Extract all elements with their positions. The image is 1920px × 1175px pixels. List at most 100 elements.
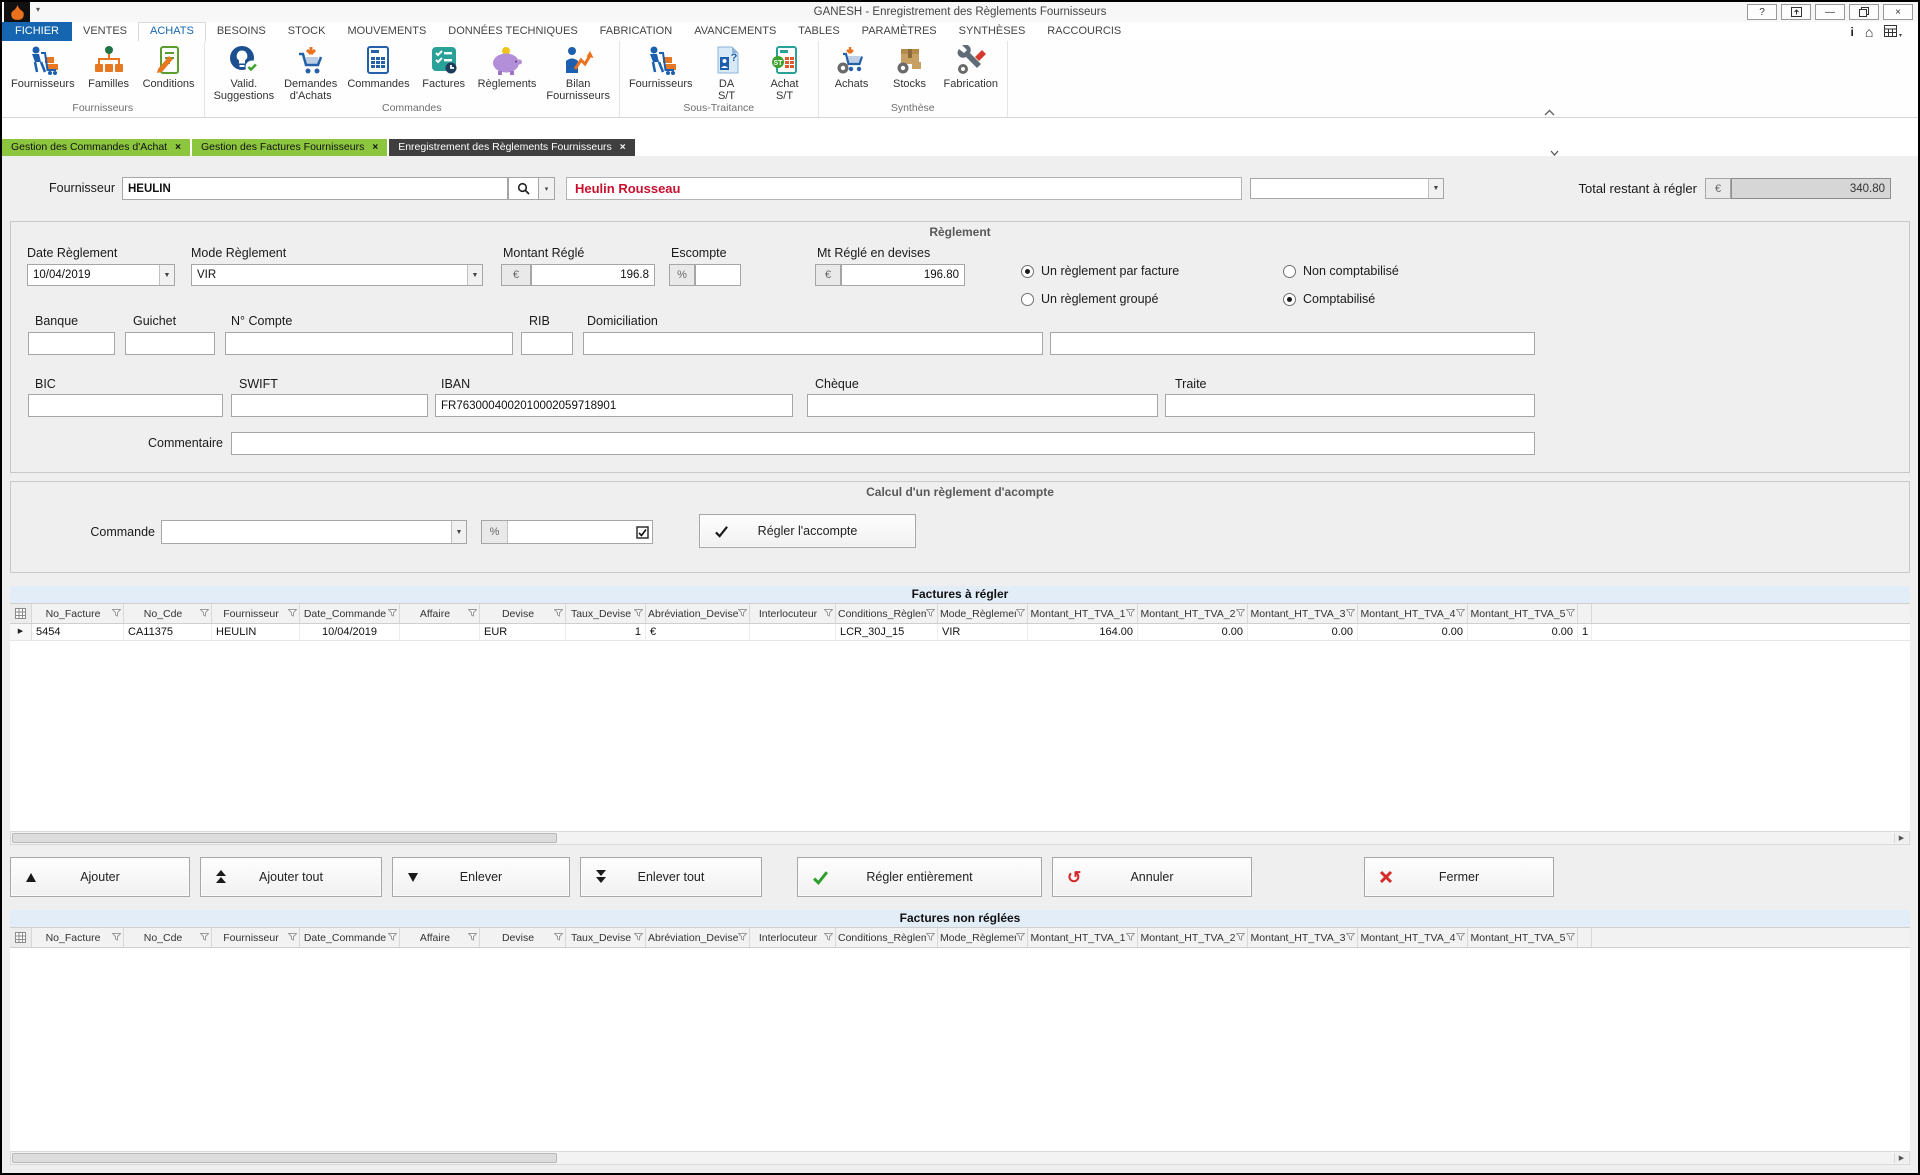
grid-corner-icon[interactable]: [10, 604, 32, 623]
h-scrollbar-2[interactable]: ▶: [10, 1151, 1910, 1165]
close-tab-icon[interactable]: ×: [372, 139, 378, 156]
supplier-search-dropdown[interactable]: ▾: [539, 177, 555, 200]
menu-tab-stock[interactable]: STOCK: [277, 22, 337, 41]
column-header-affaire[interactable]: Affaire: [400, 928, 480, 947]
menu-tab-achats[interactable]: ACHATS: [138, 22, 206, 41]
column-header-no-facture[interactable]: No_Facture: [32, 604, 124, 623]
h-scrollbar-1[interactable]: ▶: [10, 831, 1910, 845]
filter-funnel-icon[interactable]: [200, 932, 209, 944]
ribbon-item-demandes-d-achats[interactable]: Demandes d'Achats: [279, 43, 342, 102]
column-header-taux-devise[interactable]: Taux_Devise: [566, 604, 646, 623]
ribbon-item-commandes[interactable]: Commandes: [342, 43, 414, 90]
column-header-taux-devise[interactable]: Taux_Devise: [566, 928, 646, 947]
filter-funnel-icon[interactable]: [1346, 932, 1355, 944]
filter-funnel-icon[interactable]: [1236, 932, 1245, 944]
menu-tab-besoins[interactable]: BESOINS: [206, 22, 277, 41]
menu-tab-ventes[interactable]: VENTES: [72, 22, 138, 41]
commentaire-input[interactable]: [231, 432, 1535, 455]
menu-tab-avancements[interactable]: AVANCEMENTS: [683, 22, 787, 41]
column-header-no-facture[interactable]: No_Facture: [32, 928, 124, 947]
radio-comptabilise[interactable]: Comptabilisé: [1283, 292, 1375, 306]
ribbon-item-da-s-t[interactable]: ?DA S/T: [698, 43, 756, 102]
column-header-devise[interactable]: Devise: [480, 604, 566, 623]
filter-funnel-icon[interactable]: [468, 932, 477, 944]
column-header-conditions-règlement[interactable]: Conditions_Règlement: [836, 604, 938, 623]
doc-tab-gestion-des-factures-fournisseurs[interactable]: Gestion des Factures Fournisseurs×: [192, 139, 387, 156]
fermer-button[interactable]: Fermer: [1364, 857, 1554, 897]
radio-icon[interactable]: [1283, 293, 1296, 306]
supplier-search-button[interactable]: [508, 177, 539, 200]
extra-combo[interactable]: ▼: [1250, 178, 1444, 199]
enlever-button[interactable]: Enlever: [392, 857, 570, 897]
filter-funnel-icon[interactable]: [926, 608, 935, 620]
ribbon-item-bilan-fournisseurs[interactable]: Bilan Fournisseurs: [541, 43, 615, 102]
filter-funnel-icon[interactable]: [1566, 608, 1575, 620]
chevron-down-icon[interactable]: ▼: [159, 265, 174, 285]
ribbon-item-achats[interactable]: Achats: [823, 43, 881, 90]
filter-funnel-icon[interactable]: [926, 932, 935, 944]
commande-combo[interactable]: ▼: [161, 520, 467, 544]
supplier-code-input[interactable]: HEULIN: [122, 177, 508, 200]
domiciliation-input[interactable]: [583, 332, 1043, 355]
mode-reglement-combo[interactable]: VIR▼: [191, 264, 483, 286]
ribbon-item-valid-suggestions[interactable]: Valid. Suggestions: [209, 43, 280, 102]
filter-funnel-icon[interactable]: [1016, 608, 1025, 620]
chevron-down-icon[interactable]: ▼: [451, 521, 466, 543]
scrollbar-right-arrow-icon[interactable]: ▶: [1894, 833, 1908, 843]
home-icon[interactable]: ⌂: [1865, 24, 1873, 40]
radio-icon[interactable]: [1283, 265, 1296, 278]
column-header-conditions-règlement[interactable]: Conditions_Règlement: [836, 928, 938, 947]
chevron-down-icon[interactable]: ▼: [1428, 179, 1443, 198]
column-header-montant-ht-tva-5[interactable]: Montant_HT_TVA_5: [1468, 928, 1578, 947]
column-header-abréviation-devise[interactable]: Abréviation_Devise: [646, 928, 750, 947]
enlever-tout-button[interactable]: Enlever tout: [580, 857, 762, 897]
close-tab-icon[interactable]: ×: [620, 139, 626, 156]
filter-funnel-icon[interactable]: [554, 608, 563, 620]
banque-input[interactable]: [28, 332, 115, 355]
régler-entièrement-button[interactable]: Régler entièrement: [797, 857, 1042, 897]
grid-body-2[interactable]: [10, 948, 1910, 1151]
filter-funnel-icon[interactable]: [1456, 608, 1465, 620]
iban-input[interactable]: FR7630004002010002059718901: [435, 394, 793, 417]
ajouter-button[interactable]: Ajouter: [10, 857, 190, 897]
column-header-interlocuteur[interactable]: Interlocuteur: [750, 928, 836, 947]
filter-funnel-icon[interactable]: [388, 932, 397, 944]
date-reglement-combo[interactable]: 10/04/2019▼: [27, 264, 175, 286]
column-header-no-cde[interactable]: No_Cde: [124, 604, 212, 623]
restore-button[interactable]: [1849, 4, 1879, 20]
ribbon-item-familles[interactable]: Familles: [80, 43, 138, 90]
doc-tab-gestion-des-commandes-d-achat[interactable]: Gestion des Commandes d'Achat×: [2, 139, 190, 156]
info-icon[interactable]: i: [1851, 25, 1854, 39]
montant-regle-input[interactable]: 196.8: [531, 264, 655, 286]
filter-funnel-icon[interactable]: [1456, 932, 1465, 944]
cheque-input[interactable]: [807, 394, 1158, 417]
column-header-montant-ht-tva-1[interactable]: Montant_HT_TVA_1: [1028, 604, 1138, 623]
ribbon-item-conditions[interactable]: Conditions: [138, 43, 200, 90]
filter-funnel-icon[interactable]: [288, 932, 297, 944]
filter-funnel-icon[interactable]: [824, 608, 833, 620]
filter-funnel-icon[interactable]: [112, 932, 121, 944]
column-header-montant-ht-tva-5[interactable]: Montant_HT_TVA_5: [1468, 604, 1578, 623]
filter-funnel-icon[interactable]: [554, 932, 563, 944]
column-header-devise[interactable]: Devise: [480, 928, 566, 947]
table-row[interactable]: ▶5454CA11375HEULIN10/04/2019EUR1€LCR_30J…: [10, 624, 1910, 641]
filter-funnel-icon[interactable]: [634, 608, 643, 620]
filter-funnel-icon[interactable]: [1236, 608, 1245, 620]
menu-tab-paramètres[interactable]: PARAMÈTRES: [851, 22, 948, 41]
regler-acompte-button[interactable]: Régler l'accompte: [699, 514, 916, 548]
ribbon-item-fabrication[interactable]: Fabrication: [939, 43, 1003, 90]
radio-non-comptabilise[interactable]: Non comptabilisé: [1283, 264, 1399, 278]
menu-tab-données-techniques[interactable]: DONNÉES TECHNIQUES: [437, 22, 588, 41]
column-header-date-commande[interactable]: Date_Commande: [300, 604, 400, 623]
filter-funnel-icon[interactable]: [200, 608, 209, 620]
ribbon-item-règlements[interactable]: Règlements: [473, 43, 542, 90]
grid-body-1[interactable]: ▶5454CA11375HEULIN10/04/2019EUR1€LCR_30J…: [10, 624, 1910, 831]
swift-input[interactable]: [231, 394, 428, 417]
menu-tab-fabrication[interactable]: FABRICATION: [589, 22, 684, 41]
close-button[interactable]: ×: [1883, 4, 1913, 20]
calculator-icon[interactable]: ▾: [1884, 25, 1902, 40]
column-header-date-commande[interactable]: Date_Commande: [300, 928, 400, 947]
filter-funnel-icon[interactable]: [738, 932, 747, 944]
ajouter-tout-button[interactable]: Ajouter tout: [200, 857, 382, 897]
ribbon-item-stocks[interactable]: Stocks: [881, 43, 939, 90]
